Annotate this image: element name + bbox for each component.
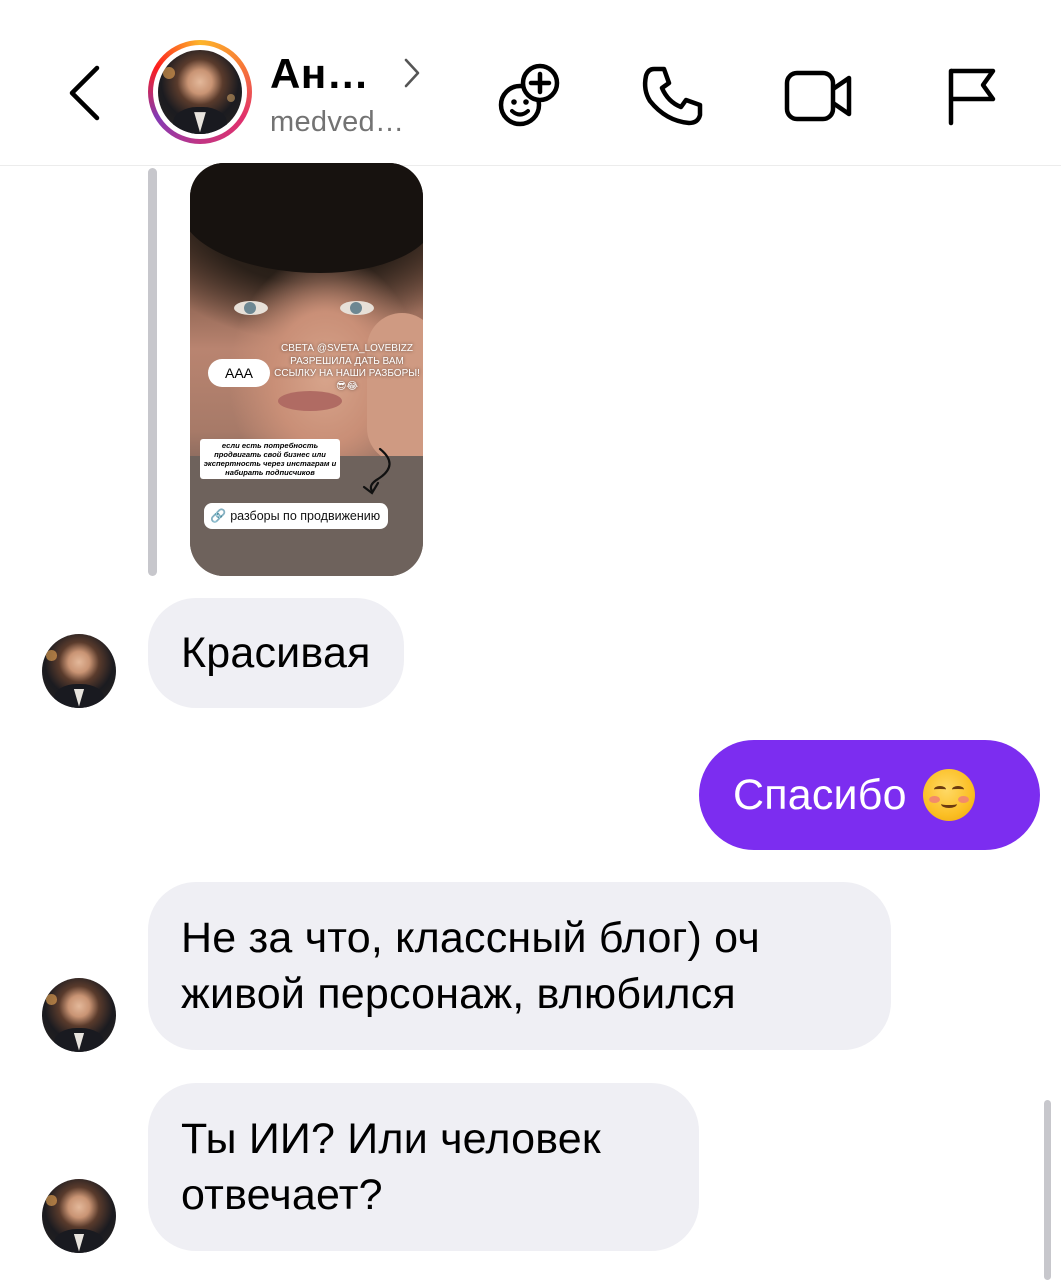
message-text-line: Не за что, классный блог) оч <box>181 914 760 962</box>
sender-avatar[interactable] <box>42 1179 116 1253</box>
contact-username[interactable]: medved… <box>270 106 404 139</box>
profile-avatar-story-ring[interactable] <box>148 40 252 144</box>
chevron-left-icon <box>69 65 100 121</box>
smiley-plus-icon <box>498 63 560 127</box>
sender-avatar[interactable] <box>42 634 116 708</box>
scrollbar[interactable] <box>1044 1100 1051 1280</box>
sender-avatar[interactable] <box>42 978 116 1052</box>
message-text: Спасибо <box>733 771 907 819</box>
story-overlay-text: СВЕТА @SVETA_LOVEBIZZ РАЗРЕШИЛА ДАТЬ ВАМ… <box>274 343 420 392</box>
flag-icon <box>948 68 996 126</box>
message-bubble-incoming[interactable]: Красивая <box>148 598 404 708</box>
video-call-button[interactable] <box>781 58 857 134</box>
arrow-icon <box>362 447 391 495</box>
phone-icon <box>642 66 703 126</box>
story-sticker: AAA <box>208 359 270 387</box>
link-icon: 🔗 <box>210 508 227 523</box>
message-text: Красивая <box>181 629 371 677</box>
effects-button[interactable] <box>490 58 566 134</box>
message-bubble-outgoing[interactable]: Спасибо <box>699 740 1040 850</box>
contact-name[interactable]: Ан… <box>270 50 369 98</box>
story-note-text: если есть потребность продвигать свой би… <box>200 439 340 479</box>
avatar <box>158 50 242 134</box>
smiling-face-icon <box>922 769 975 821</box>
message-text-line: живой персонаж, влюбился <box>181 970 736 1018</box>
video-camera-icon <box>784 70 852 122</box>
story-link-sticker[interactable]: 🔗 разборы по продвижению <box>204 503 389 529</box>
call-button[interactable] <box>635 58 711 134</box>
message-text-line: отвечает? <box>181 1171 383 1219</box>
chat-header: Ан… medved… <box>0 0 1061 166</box>
reply-indicator-bar <box>148 168 157 576</box>
report-button[interactable] <box>933 58 1009 134</box>
story-reply-preview[interactable]: AAA СВЕТА @SVETA_LOVEBIZZ РАЗРЕШИЛА ДАТЬ… <box>190 163 423 576</box>
message-bubble-incoming[interactable]: Ты ИИ? Или человек отвечает? <box>148 1083 699 1251</box>
back-button[interactable] <box>58 58 110 128</box>
chevron-right-icon[interactable] <box>402 56 422 90</box>
message-text-line: Ты ИИ? Или человек <box>181 1115 601 1163</box>
story-link-label: разборы по продвижению <box>230 509 381 523</box>
message-bubble-incoming[interactable]: Не за что, классный блог) оч живой персо… <box>148 882 891 1050</box>
